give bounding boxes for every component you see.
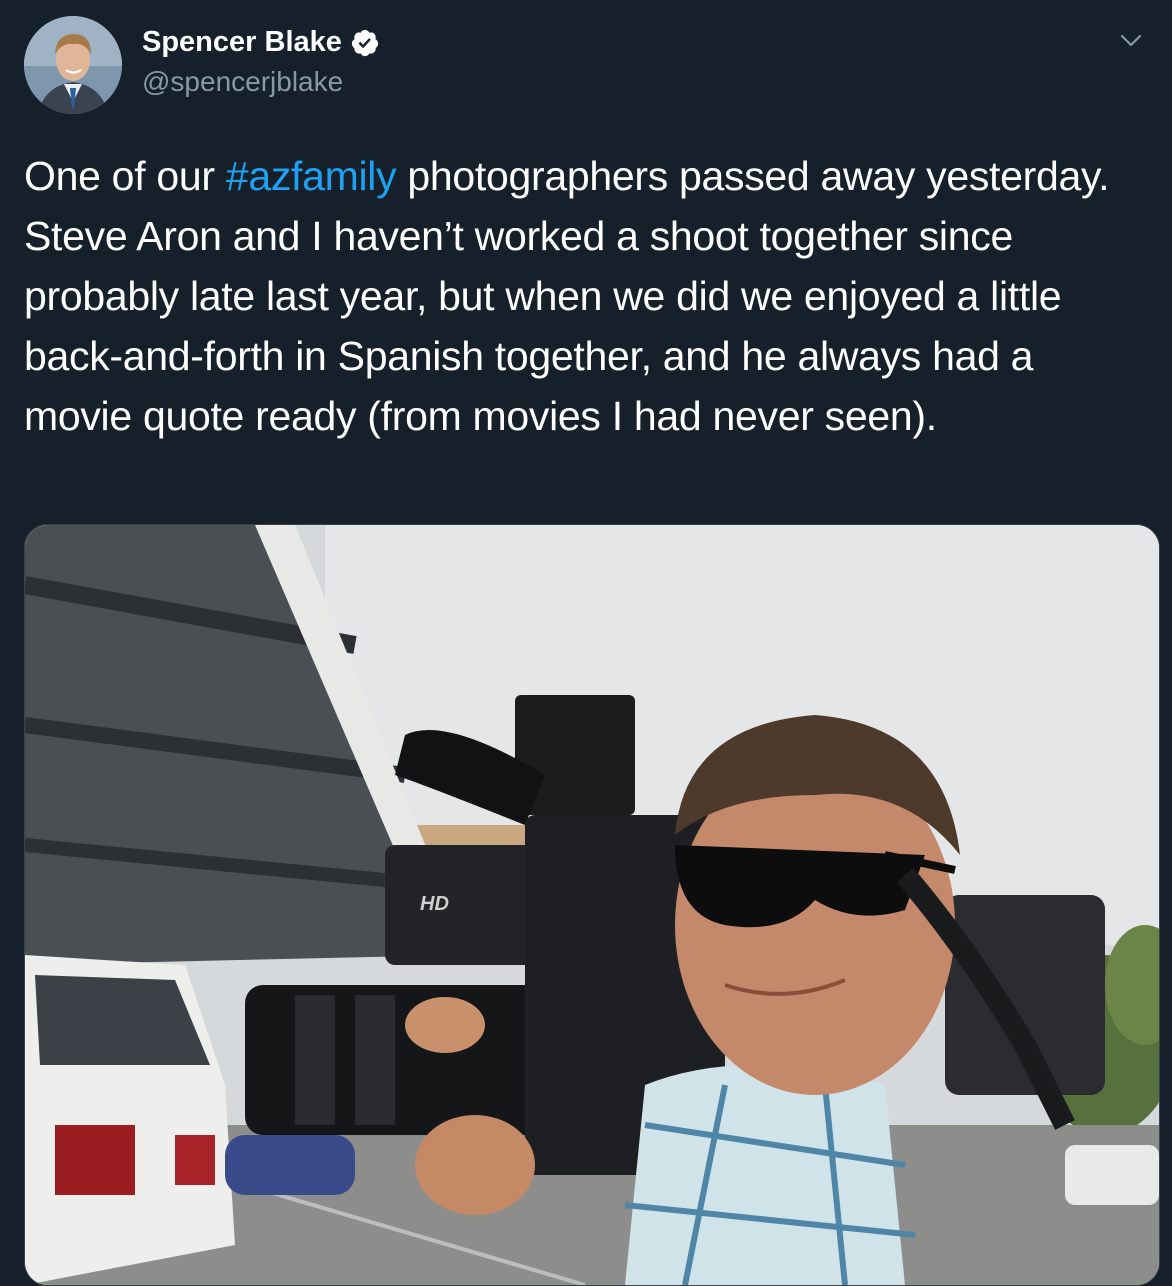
verified-badge-icon [350, 28, 380, 58]
chevron-down-icon[interactable] [1116, 26, 1146, 56]
tweet-text-before: One of our [24, 153, 226, 199]
hashtag-link[interactable]: #azfamily [226, 153, 397, 199]
camera-hd-label: HD [420, 893, 449, 915]
author-name-row: Spencer Blake [142, 26, 380, 59]
photo-cameraman-illustration: HD [25, 525, 1159, 1285]
tweet-card: Spencer Blake @spencerjblake One of our … [0, 0, 1172, 1286]
tweet-text: One of our #azfamily photographers passe… [24, 146, 1134, 446]
avatar-portrait-icon [24, 16, 122, 114]
author-handle[interactable]: @spencerjblake [142, 66, 343, 98]
author-avatar[interactable] [24, 16, 122, 114]
tweet-media-photo[interactable]: HD [24, 524, 1160, 1286]
author-name[interactable]: Spencer Blake [142, 26, 342, 59]
